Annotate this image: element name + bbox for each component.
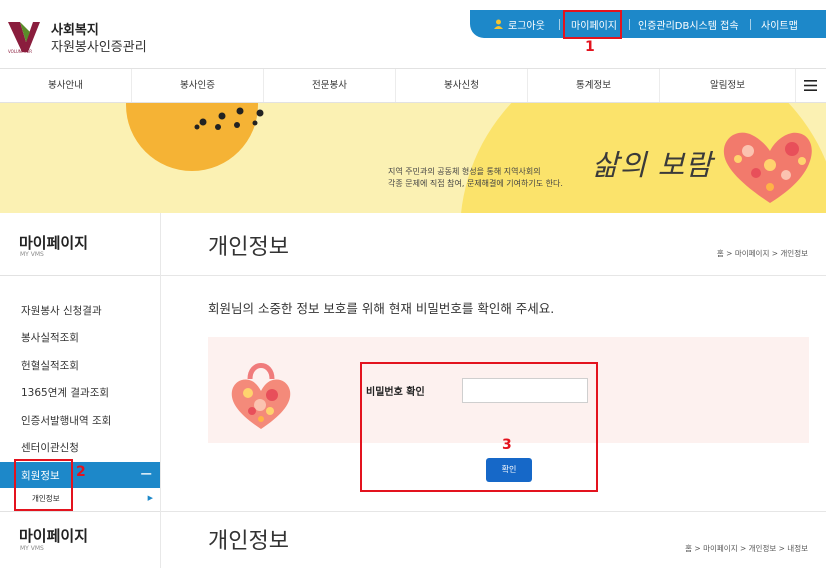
sidebar-item-certificate-history[interactable]: 인증서발행내역 조회 [21, 413, 111, 428]
collapse-icon: − [139, 464, 153, 483]
page-title: 개인정보 [208, 235, 289, 260]
sidebar-divider [0, 511, 160, 512]
page: VOLUNTEER 사회복지 자원봉사인증관리 로그아웃 마이페이지 인증관리D… [0, 0, 826, 568]
logo-line2: 자원봉사인증관리 [51, 40, 147, 55]
annotation-box-3 [360, 362, 598, 492]
annotation-number-1: 1 [585, 39, 595, 55]
banner: 지역 주민과의 공동체 형성을 통해 지역사회의 각종 문제에 직접 참여, 문… [0, 103, 826, 213]
nav-item-notice[interactable]: 알림정보 [660, 69, 796, 102]
sidebar-subtitle: MY VMS [20, 251, 44, 258]
page-title-repeat: 개인정보 [208, 529, 289, 554]
hamburger-menu-button[interactable] [796, 69, 826, 102]
annotation-box-2 [14, 459, 73, 511]
banner-text-line1: 지역 주민과의 공동체 형성을 통해 지역사회의 [388, 167, 541, 176]
breadcrumb: 홈 > 마이페이지 > 개인정보 [716, 249, 808, 258]
sidebar-title: 마이페이지 [19, 234, 89, 252]
logo-mark-icon: VOLUNTEER [8, 22, 40, 54]
annotation-number-2: 2 [76, 464, 86, 480]
annotation-box-1 [563, 10, 622, 39]
hamburger-menu-icon [804, 80, 817, 91]
content-divider [161, 275, 826, 276]
sidebar-item-1365-result[interactable]: 1365연계 결과조회 [21, 385, 109, 400]
top-utility-bar: 로그아웃 마이페이지 인증관리DB시스템 접속 사이트맵 [470, 10, 826, 38]
nav-item-volunteer-guide[interactable]: 봉사안내 [0, 69, 132, 102]
banner-text-line2: 각종 문제에 직접 참여, 문제해결에 기여하기도 한다. [388, 179, 563, 188]
chevron-right-icon: ▶ [147, 494, 153, 502]
sidebar-divider [0, 275, 160, 276]
sidebar-item-blood-record[interactable]: 헌혈실적조회 [21, 358, 79, 373]
db-system-link[interactable]: 인증관리DB시스템 접속 [638, 17, 739, 32]
sitemap-link[interactable]: 사이트맵 [761, 17, 798, 32]
sidebar-item-apply-result[interactable]: 자원봉사 신청결과 [21, 303, 102, 318]
logout-link[interactable]: 로그아웃 [508, 17, 545, 32]
heart-bag-illustration-icon [231, 363, 291, 429]
breadcrumb-repeat: 홈 > 마이페이지 > 개인정보 > 내정보 [685, 544, 808, 553]
user-icon [494, 19, 503, 29]
sidebar-item-center-transfer[interactable]: 센터이관신청 [21, 440, 79, 455]
topbar-separator [629, 19, 630, 30]
sidebar-title-repeat: 마이페이지 [19, 527, 89, 545]
annotation-number-3: 3 [502, 437, 512, 453]
nav-item-volunteer-cert[interactable]: 봉사인증 [132, 69, 264, 102]
sidebar-border [160, 213, 161, 568]
content-divider [161, 511, 826, 512]
sidebar-item-record[interactable]: 봉사실적조회 [21, 330, 79, 345]
nav-item-pro-volunteer[interactable]: 전문봉사 [264, 69, 396, 102]
main-nav: 봉사안내 봉사인증 전문봉사 봉사신청 통계정보 알림정보 [0, 68, 826, 103]
topbar-separator [750, 19, 751, 30]
logo-tag: VOLUNTEER [8, 49, 32, 54]
banner-title: 삶의 보람 [592, 148, 713, 182]
site-logo[interactable]: VOLUNTEER 사회복지 자원봉사인증관리 [6, 14, 156, 60]
nav-item-volunteer-apply[interactable]: 봉사신청 [396, 69, 528, 102]
password-notice: 회원님의 소중한 정보 보호를 위해 현재 비밀번호를 확인해 주세요. [208, 301, 555, 316]
nav-item-statistics[interactable]: 통계정보 [528, 69, 660, 102]
topbar-separator [559, 19, 560, 30]
sidebar-subtitle-repeat: MY VMS [20, 545, 44, 552]
